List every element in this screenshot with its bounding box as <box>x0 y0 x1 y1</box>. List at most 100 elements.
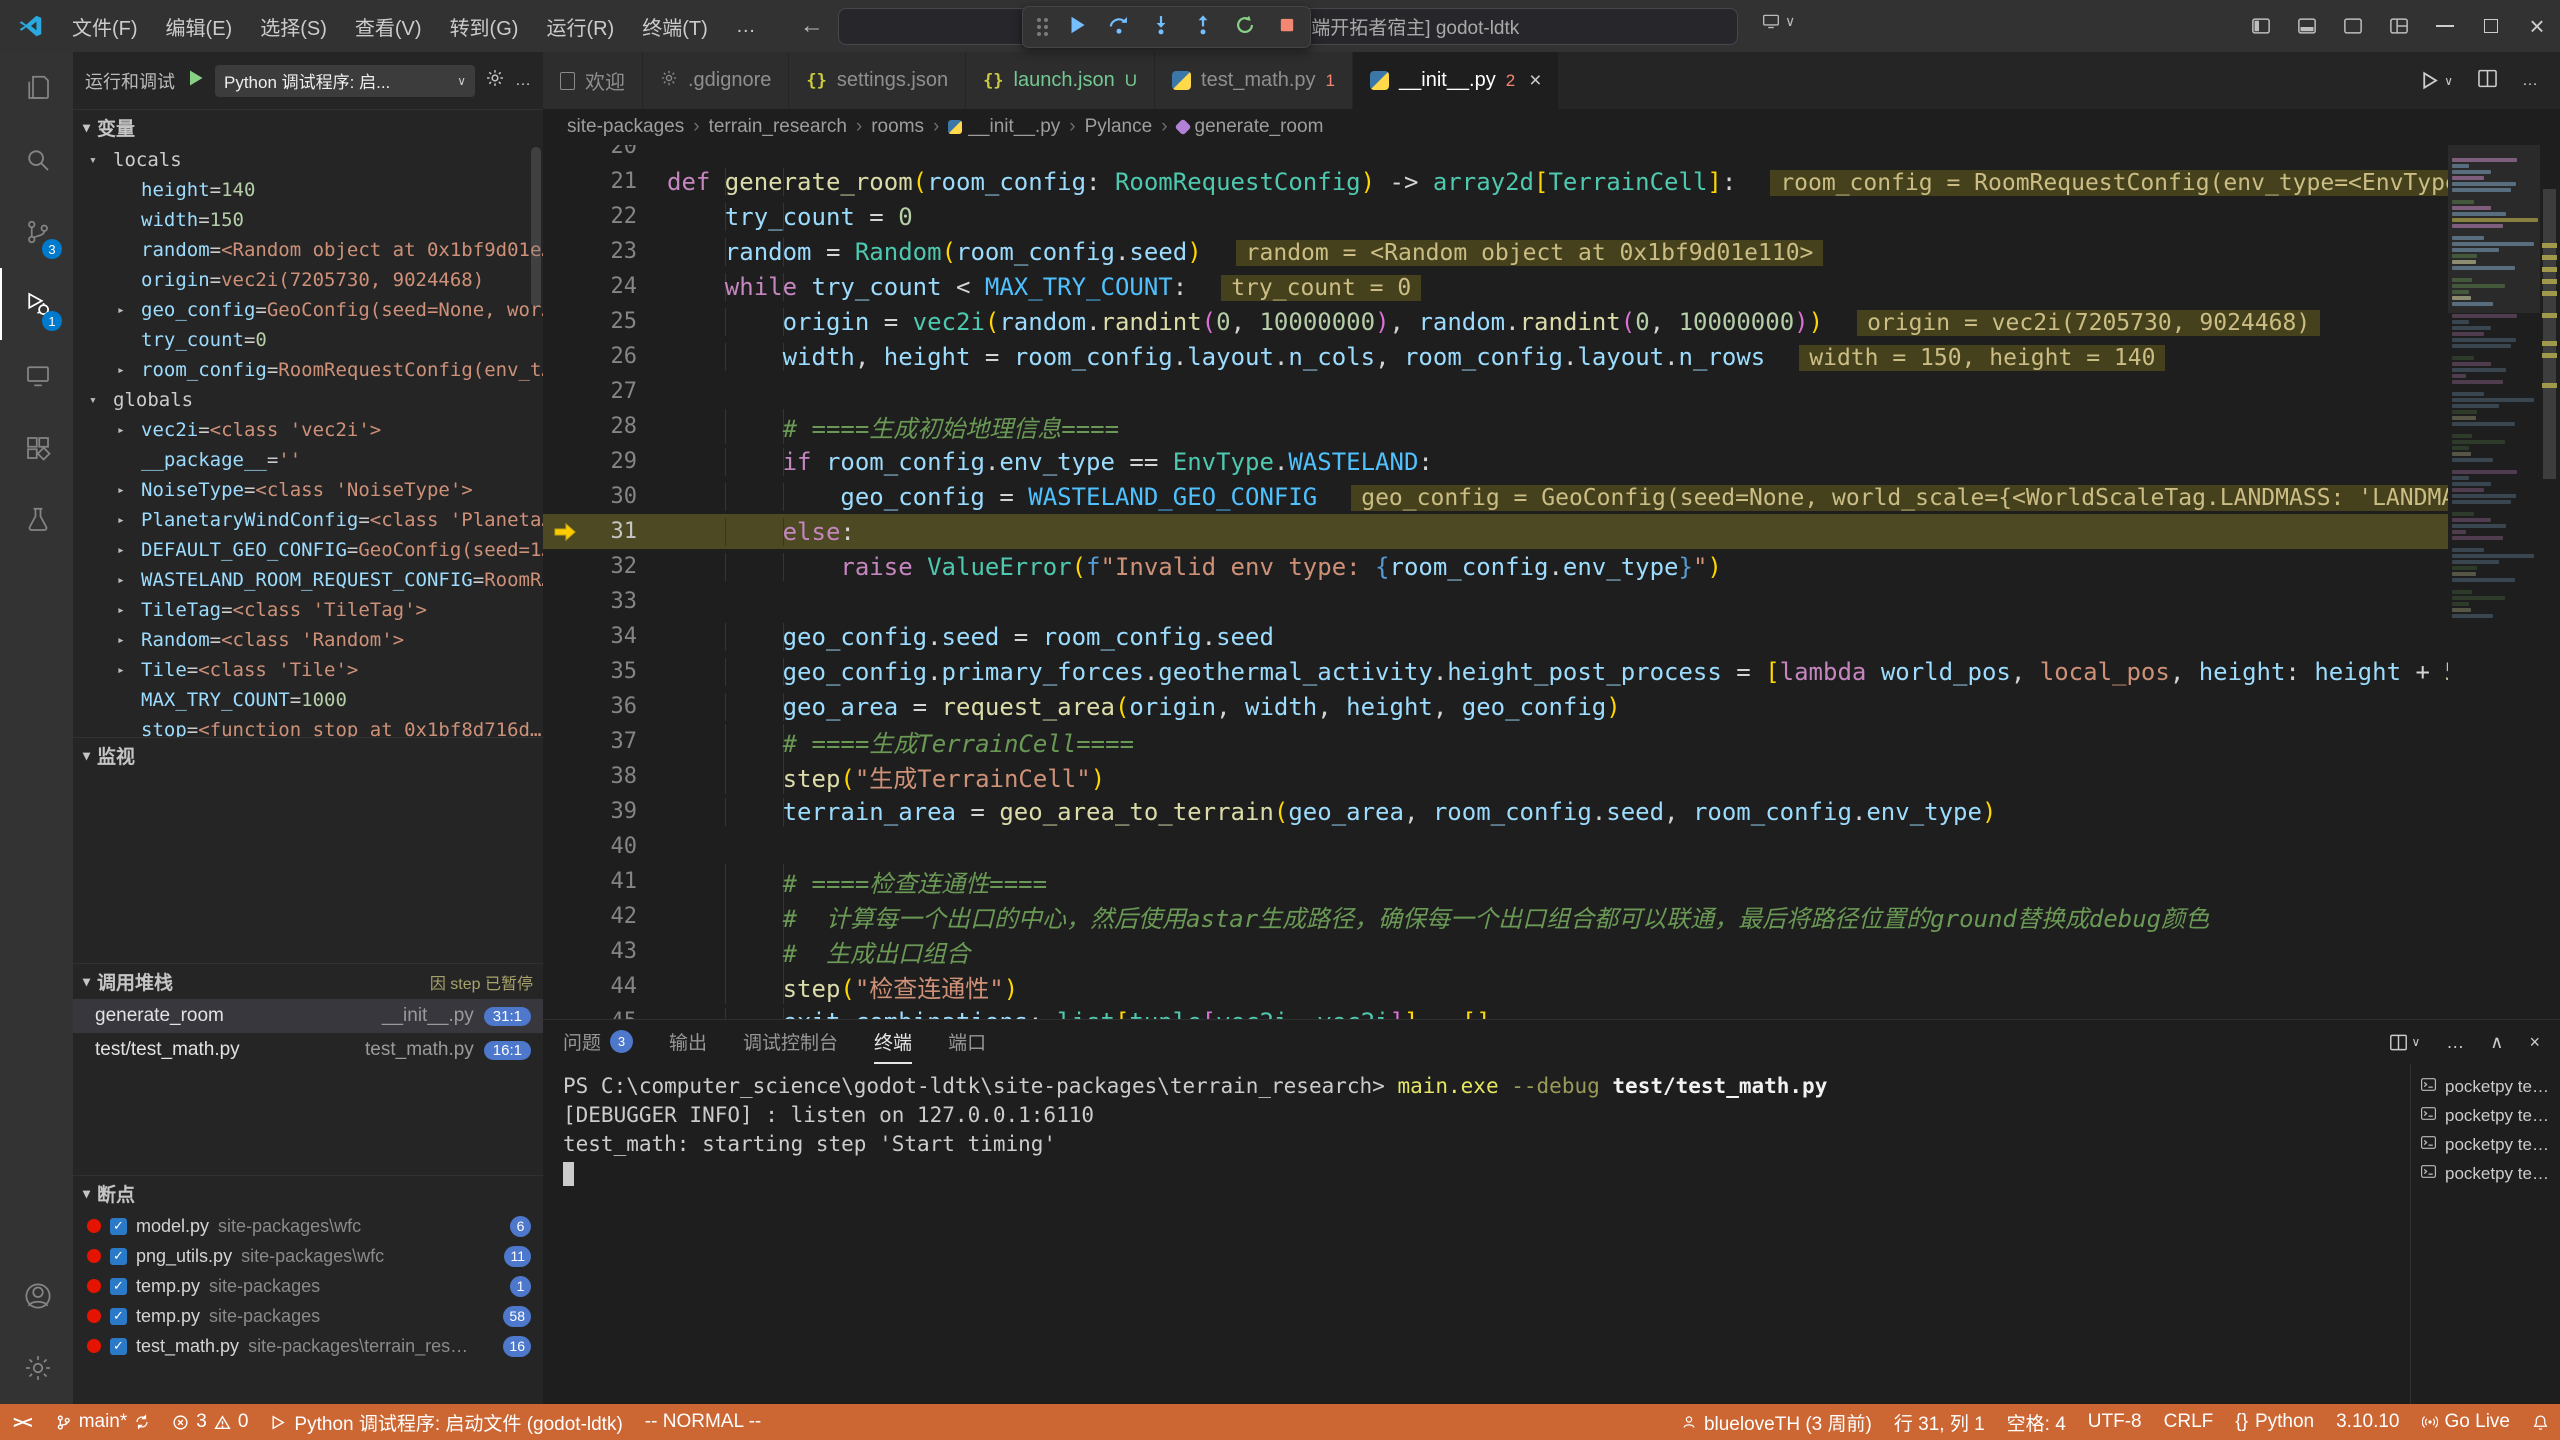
code-line[interactable]: 23 random = Random(room_config.seed)rand… <box>543 234 2448 269</box>
breakpoint-row[interactable]: ✓png_utils.pysite-packages\wfc11 <box>73 1241 543 1271</box>
variable-row[interactable]: try_count = 0 <box>73 325 543 355</box>
navigate-back-icon[interactable]: ← <box>800 12 824 40</box>
callstack-header[interactable]: ▾ 调用堆栈 因 step 已暂停 <box>73 963 543 999</box>
more-actions-icon[interactable]: … <box>515 72 531 90</box>
extensions-icon[interactable] <box>0 412 73 484</box>
code-line[interactable]: 20 <box>543 145 2448 164</box>
panel-tab-端口[interactable]: 端口 <box>948 1020 986 1064</box>
scope-row-globals[interactable]: ▾globals <box>73 385 543 415</box>
code-line[interactable]: 21def generate_room(room_config: RoomReq… <box>543 164 2448 199</box>
search-icon[interactable] <box>0 124 73 196</box>
code-line[interactable]: 29 if room_config.env_type == EnvType.WA… <box>543 444 2448 479</box>
breakpoint-checkbox[interactable]: ✓ <box>110 1218 127 1235</box>
variable-row[interactable]: ▸WASTELAND_ROOM_REQUEST_CONFIG = RoomR… <box>73 565 543 595</box>
more-actions-icon[interactable]: … <box>2446 1032 2464 1053</box>
account-icon[interactable] <box>0 1260 73 1332</box>
remote-explorer-icon[interactable] <box>0 340 73 412</box>
step-over-button[interactable] <box>1108 14 1130 41</box>
scope-row-locals[interactable]: ▾locals <box>73 145 543 175</box>
variable-row[interactable]: width = 150 <box>73 205 543 235</box>
variable-row[interactable]: random = <Random object at 0x1bf9d01e… <box>73 235 543 265</box>
variable-row[interactable]: ▸NoiseType = <class 'NoiseType'> <box>73 475 543 505</box>
breadcrumb-item-__init__.py[interactable]: __init__.py <box>948 116 1060 138</box>
code-line[interactable]: 41 # ====检查连通性==== <box>543 864 2448 899</box>
breakpoint-checkbox[interactable]: ✓ <box>110 1338 127 1355</box>
remote-window-icon[interactable]: ∨ <box>1762 12 1795 30</box>
code-line[interactable]: 42 # 计算每一个出口的中心，然后使用astar生成路径，确保每一个出口组合都… <box>543 899 2448 934</box>
variable-row[interactable]: ▸Tile = <class 'Tile'> <box>73 655 543 685</box>
tab-欢迎[interactable]: 欢迎 <box>543 52 643 109</box>
more-menus-button[interactable]: … <box>722 0 770 52</box>
split-terminal-icon[interactable]: ∨ <box>2389 1033 2421 1052</box>
python-version-item[interactable]: 3.10.10 <box>2325 1404 2410 1440</box>
watch-header[interactable]: ▾ 监视 <box>73 737 543 773</box>
customize-layout-icon[interactable] <box>2376 0 2422 52</box>
start-debug-icon[interactable] <box>185 68 205 93</box>
scrollbar-thumb[interactable] <box>531 147 541 307</box>
git-blame-item[interactable]: blueloveTH (3 周前) <box>1670 1404 1883 1440</box>
toggle-panel-icon[interactable] <box>2284 0 2330 52</box>
code-line[interactable]: 43 # 生成出口组合 <box>543 934 2448 969</box>
terminal-output[interactable]: PS C:\computer_science\godot-ldtk\site-p… <box>543 1064 2410 1404</box>
restart-button[interactable] <box>1234 14 1256 41</box>
close-icon[interactable]: × <box>1529 69 1541 93</box>
code-line[interactable]: 25 origin = vec2i(random.randint(0, 1000… <box>543 304 2448 339</box>
tab-__init__.py[interactable]: __init__.py2× <box>1353 52 1559 109</box>
menu-item-3[interactable]: 选择(S) <box>246 0 341 52</box>
go-live-item[interactable]: Go Live <box>2411 1404 2521 1440</box>
breakpoint-checkbox[interactable]: ✓ <box>110 1308 127 1325</box>
variable-row[interactable]: origin = vec2i(7205730, 9024468) <box>73 265 543 295</box>
source-control-icon[interactable]: 3 <box>0 196 73 268</box>
variables-header[interactable]: ▾ 变量 <box>73 109 543 145</box>
stop-button[interactable] <box>1276 14 1298 41</box>
step-out-button[interactable] <box>1192 14 1214 41</box>
run-python-file-button[interactable]: ∨ <box>2419 70 2453 91</box>
scrollbar-thumb[interactable] <box>2543 189 2556 479</box>
remote-indicator[interactable]: >< <box>0 1404 44 1440</box>
breakpoint-row[interactable]: ✓temp.pysite-packages58 <box>73 1301 543 1331</box>
encoding-item[interactable]: UTF-8 <box>2077 1404 2153 1440</box>
terminal-session-item[interactable]: pocketpy te… <box>2411 1101 2560 1130</box>
breakpoint-checkbox[interactable]: ✓ <box>110 1278 127 1295</box>
code-line[interactable]: 28 # ====生成初始地理信息==== <box>543 409 2448 444</box>
debug-settings-gear-icon[interactable] <box>485 68 505 93</box>
variable-row[interactable]: ▸PlanetaryWindConfig = <class 'Planeta… <box>73 505 543 535</box>
code-line[interactable]: 32 raise ValueError(f"Invalid env type: … <box>543 549 2448 584</box>
breakpoints-header[interactable]: ▾ 断点 <box>73 1175 543 1211</box>
testing-icon[interactable] <box>0 484 73 556</box>
breadcrumb-item-Pylance[interactable]: Pylance <box>1085 116 1153 138</box>
eol-item[interactable]: CRLF <box>2153 1404 2225 1440</box>
explorer-icon[interactable] <box>0 52 73 124</box>
code-line[interactable]: 34 geo_config.seed = room_config.seed <box>543 619 2448 654</box>
tab-test_math.py[interactable]: test_math.py1 <box>1155 52 1353 109</box>
run-and-debug-icon[interactable]: 1 <box>0 268 73 340</box>
code-editor[interactable]: 2021def generate_room(room_config: RoomR… <box>543 145 2560 1019</box>
menu-item-2[interactable]: 编辑(E) <box>152 0 247 52</box>
stack-frame[interactable]: test/test_math.pytest_math.py16:1 <box>73 1033 543 1067</box>
terminal-session-item[interactable]: pocketpy te… <box>2411 1130 2560 1159</box>
language-mode-item[interactable]: {} Python <box>2224 1404 2325 1440</box>
variable-row[interactable]: ▸vec2i = <class 'vec2i'> <box>73 415 543 445</box>
breakpoint-checkbox[interactable]: ✓ <box>110 1248 127 1265</box>
variable-row[interactable]: ▸DEFAULT_GEO_CONFIG = GeoConfig(seed=1… <box>73 535 543 565</box>
code-line[interactable]: 35 geo_config.primary_forces.geothermal_… <box>543 654 2448 689</box>
menu-item-1[interactable]: 文件(F) <box>58 0 152 52</box>
step-into-button[interactable] <box>1150 14 1172 41</box>
vim-mode-item[interactable]: -- NORMAL -- <box>634 1404 772 1440</box>
maximize-button[interactable] <box>2468 0 2514 52</box>
indentation-item[interactable]: 空格: 4 <box>1996 1404 2077 1440</box>
split-editor-icon[interactable] <box>2477 68 2498 94</box>
code-line[interactable]: 27 <box>543 374 2448 409</box>
menu-item-4[interactable]: 查看(V) <box>341 0 436 52</box>
panel-tab-问题[interactable]: 问题3 <box>563 1020 633 1064</box>
variable-row[interactable]: height = 140 <box>73 175 543 205</box>
breakpoint-row[interactable]: ✓model.pysite-packages\wfc6 <box>73 1211 543 1241</box>
variable-row[interactable]: ▸geo_config = GeoConfig(seed=None, wor… <box>73 295 543 325</box>
cursor-position-item[interactable]: 行 31, 列 1 <box>1883 1404 1996 1440</box>
variable-row[interactable]: stop = <function stop at 0x1bf8d716d… <box>73 715 543 737</box>
code-line[interactable]: 33 <box>543 584 2448 619</box>
variable-row[interactable]: __package__ = '' <box>73 445 543 475</box>
breakpoint-row[interactable]: ✓temp.pysite-packages1 <box>73 1271 543 1301</box>
minimize-button[interactable] <box>2422 0 2468 52</box>
editor-scrollbar[interactable] <box>2540 145 2560 1019</box>
